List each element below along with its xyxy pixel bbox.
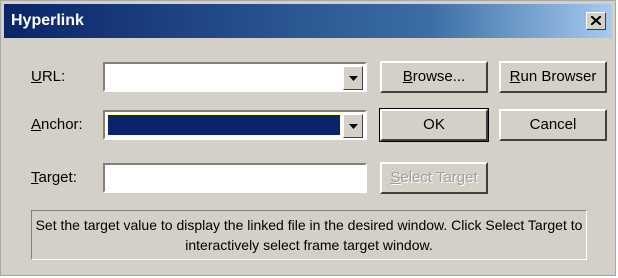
anchor-combobox[interactable]	[103, 110, 367, 140]
url-label: URL:	[31, 68, 66, 85]
help-text: Set the target value to display the link…	[31, 210, 587, 260]
anchor-selection-highlight	[107, 114, 341, 136]
anchor-label: Anchor:	[31, 116, 83, 133]
url-dropdown-button[interactable]	[343, 66, 363, 90]
dialog-title: Hyperlink	[11, 12, 84, 29]
chevron-down-icon	[349, 124, 358, 129]
chevron-down-icon	[349, 76, 358, 81]
close-icon	[591, 16, 601, 25]
close-button[interactable]	[586, 12, 606, 30]
anchor-dropdown-button[interactable]	[343, 114, 363, 138]
cancel-button[interactable]: Cancel	[499, 109, 607, 141]
select-target-button[interactable]: Select Target	[380, 162, 488, 194]
url-label-text: RL:	[41, 68, 66, 85]
browse-button[interactable]: Browse...	[380, 61, 488, 93]
target-input[interactable]	[103, 163, 367, 193]
title-bar: Hyperlink	[4, 4, 612, 38]
run-browser-button[interactable]: Run Browser	[499, 61, 607, 93]
target-label: Target:	[31, 169, 77, 186]
hyperlink-dialog: Hyperlink URL: Browse... Run Browser Anc…	[0, 0, 616, 276]
ok-button[interactable]: OK	[379, 108, 489, 142]
url-combobox[interactable]	[103, 62, 367, 92]
